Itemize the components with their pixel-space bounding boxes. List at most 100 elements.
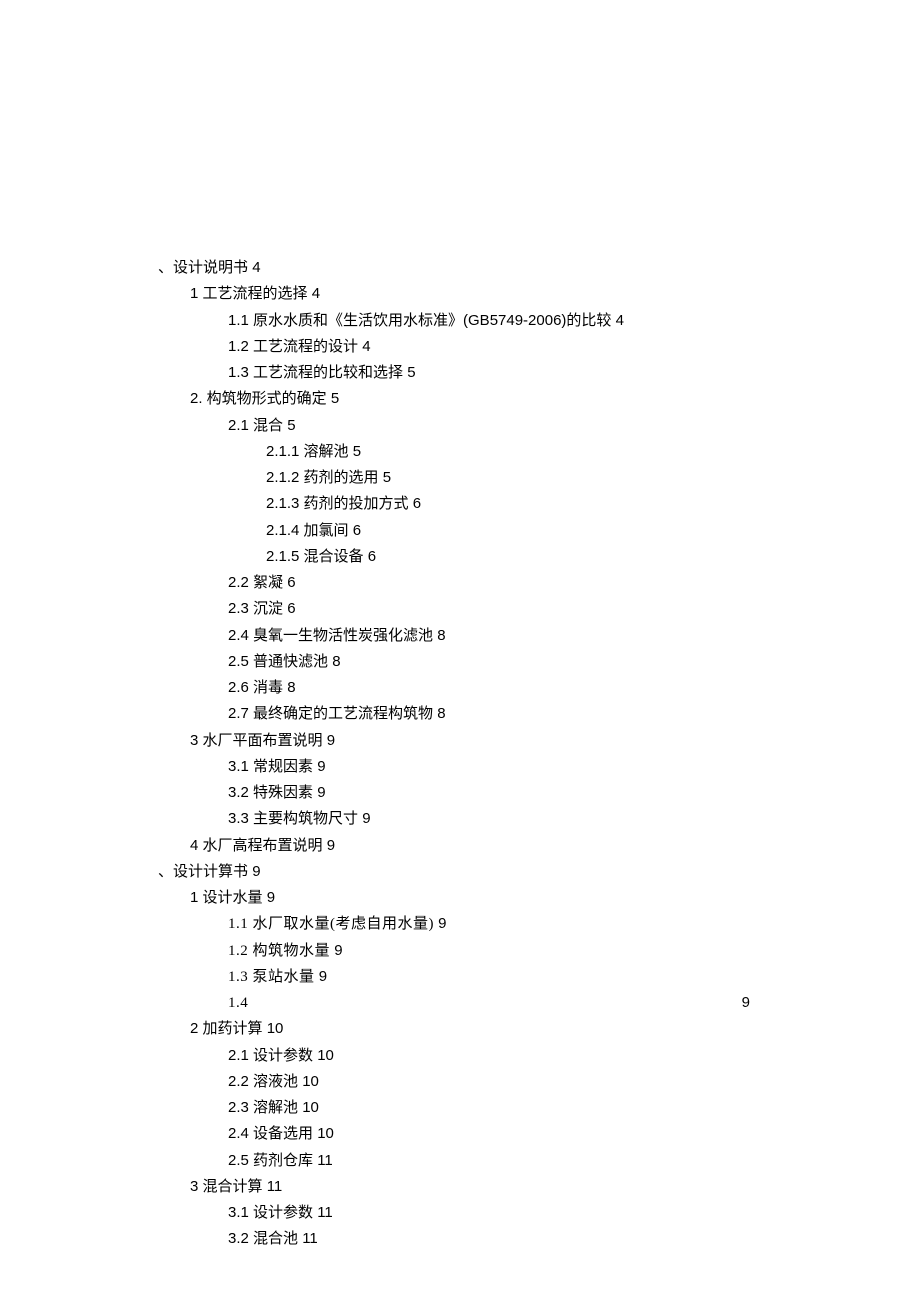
toc-entry: 3.2 特殊因素 9 (158, 780, 750, 806)
toc-label: 1.3 工艺流程的比较和选择 (228, 364, 403, 381)
toc-page-number: 9 (327, 732, 335, 749)
toc-label: 2.1.1 溶解池 (266, 443, 349, 460)
toc-label: 2.5 普通快滤池 (228, 653, 328, 670)
toc-page-number: 8 (332, 653, 340, 670)
toc-entry: 1.2 构筑物水量 9 (158, 938, 750, 964)
toc-label: 2.1 设计参数 (228, 1047, 313, 1064)
toc-label: 1.1 原水水质和《生活饮用水标准》(GB5749-2006)的比较 (228, 312, 611, 329)
toc-label: 2.1.3 药剂的投加方式 (266, 495, 409, 512)
toc-label: 2.3 溶解池 (228, 1099, 298, 1116)
toc-label: 2.1 混合 (228, 417, 283, 434)
toc-entry: 2.1 设计参数 10 (158, 1043, 750, 1069)
toc-entry: 2.2 絮凝 6 (158, 570, 750, 596)
toc-entry: 2.1.1 溶解池 5 (158, 439, 750, 465)
toc-entry: 2.1.3 药剂的投加方式 6 (158, 491, 750, 517)
toc-label: 2 加药计算 (190, 1020, 263, 1037)
toc-page-number: 4 (252, 259, 260, 276)
toc-page-number: 9 (317, 758, 325, 775)
toc-page-number: 4 (312, 285, 320, 302)
toc-label: 2.2 溶液池 (228, 1073, 298, 1090)
toc-label: 1 工艺流程的选择 (190, 285, 308, 302)
toc-page-number: 9 (438, 915, 446, 932)
toc-page-number: 9 (327, 837, 335, 854)
toc-entry: 1.1 水厂取水量(考虑自用水量) 9 (158, 911, 750, 937)
toc-label: 4 水厂高程布置说明 (190, 837, 323, 854)
toc-label: 2.1.2 药剂的选用 (266, 469, 379, 486)
toc-page-number: 6 (353, 522, 361, 539)
toc-entry: 2.1 混合 5 (158, 413, 750, 439)
toc-page-number: 5 (383, 469, 391, 486)
toc-label: 2.4 设备选用 (228, 1125, 313, 1142)
toc-entry: 2.5 普通快滤池 8 (158, 649, 750, 675)
toc-label: 2.4 臭氧一生物活性炭强化滤池 (228, 627, 433, 644)
toc-label: 3.2 特殊因素 (228, 784, 313, 801)
toc-page-number: 6 (287, 574, 295, 591)
table-of-contents: 、设计说明书 41 工艺流程的选择 41.1 原水水质和《生活饮用水标准》(GB… (158, 255, 750, 1253)
toc-entry: 2.6 消毒 8 (158, 675, 750, 701)
toc-page-number: 9 (252, 863, 260, 880)
toc-entry: 1.2 工艺流程的设计 4 (158, 334, 750, 360)
toc-page-number: 5 (407, 364, 415, 381)
toc-entry: 3.1 常规因素 9 (158, 754, 750, 780)
toc-label: 3 水厂平面布置说明 (190, 732, 323, 749)
toc-label: 2.7 最终确定的工艺流程构筑物 (228, 705, 433, 722)
toc-entry: 2.3 沉淀 6 (158, 596, 750, 622)
toc-entry: 1 设计水量 9 (158, 885, 750, 911)
toc-page-number: 9 (362, 810, 370, 827)
toc-entry: 3 水厂平面布置说明 9 (158, 728, 750, 754)
toc-page-number: 8 (437, 627, 445, 644)
toc-page-number: 9 (267, 889, 275, 906)
toc-label: 2.1.4 加氯间 (266, 522, 349, 539)
toc-entry: 、设计说明书 4 (158, 255, 750, 281)
toc-page-number: 6 (413, 495, 421, 512)
toc-entry: 4 水厂高程布置说明 9 (158, 833, 750, 859)
toc-entry: 2.7 最终确定的工艺流程构筑物 8 (158, 701, 750, 727)
toc-page-number: 8 (287, 679, 295, 696)
toc-page-number: 9 (334, 942, 342, 959)
toc-entry: 2 加药计算 10 (158, 1016, 750, 1042)
toc-entry: 、设计计算书 9 (158, 859, 750, 885)
toc-label: 1.2 工艺流程的设计 (228, 338, 358, 355)
toc-entry: 2.4 臭氧一生物活性炭强化滤池 8 (158, 623, 750, 649)
toc-label: 3.3 主要构筑物尺寸 (228, 810, 358, 827)
toc-entry: 2.1.5 混合设备 6 (158, 544, 750, 570)
toc-label: 2. 构筑物形式的确定 (190, 390, 327, 407)
toc-entry: 2.2 溶液池 10 (158, 1069, 750, 1095)
toc-label: 2.2 絮凝 (228, 574, 283, 591)
toc-page-number: 11 (317, 1152, 333, 1169)
toc-page-number: 10 (302, 1073, 319, 1090)
toc-page-number: 10 (317, 1125, 334, 1142)
toc-page-number: 10 (317, 1047, 334, 1064)
toc-page-number: 11 (317, 1204, 333, 1221)
toc-label: 2.6 消毒 (228, 679, 283, 696)
toc-page-number: 9 (319, 968, 327, 985)
toc-page-number: 10 (302, 1099, 319, 1116)
toc-entry: 2.1.4 加氯间 6 (158, 518, 750, 544)
toc-page-number: 9 (317, 784, 325, 801)
toc-label: 1.2 构筑物水量 (228, 943, 330, 959)
document-page: 、设计说明书 41 工艺流程的选择 41.1 原水水质和《生活饮用水标准》(GB… (0, 0, 920, 1253)
toc-label: 1.1 水厂取水量(考虑自用水量) (228, 916, 434, 932)
toc-page-number: 8 (437, 705, 445, 722)
toc-entry: 1 工艺流程的选择 4 (158, 281, 750, 307)
toc-page-number: 5 (353, 443, 361, 460)
toc-entry: 3.2 混合池 11 (158, 1226, 750, 1252)
toc-page-number: 6 (368, 548, 376, 565)
toc-label: 3.2 混合池 (228, 1230, 298, 1247)
toc-entry: 1.3 工艺流程的比较和选择 5 (158, 360, 750, 386)
toc-label: 2.5 药剂仓库 (228, 1152, 313, 1169)
toc-entry: 2.3 溶解池 10 (158, 1095, 750, 1121)
toc-page-number: 6 (287, 600, 295, 617)
toc-page-number: 11 (302, 1230, 318, 1247)
toc-entry: 3.1 设计参数 11 (158, 1200, 750, 1226)
toc-entry: 2. 构筑物形式的确定 5 (158, 386, 750, 412)
toc-entry: 2.5 药剂仓库 11 (158, 1148, 750, 1174)
toc-page-number: 4 (616, 312, 624, 329)
toc-entry: 1.1 原水水质和《生活饮用水标准》(GB5749-2006)的比较 4 (158, 308, 750, 334)
toc-entry: 1.3 泵站水量 9 (158, 964, 750, 990)
toc-label: 3 混合计算 (190, 1178, 263, 1195)
toc-label: 3.1 常规因素 (228, 758, 313, 775)
toc-entry: 1.49 (158, 990, 750, 1016)
toc-page-number: 4 (362, 338, 370, 355)
toc-page-number: 9 (742, 990, 750, 1016)
